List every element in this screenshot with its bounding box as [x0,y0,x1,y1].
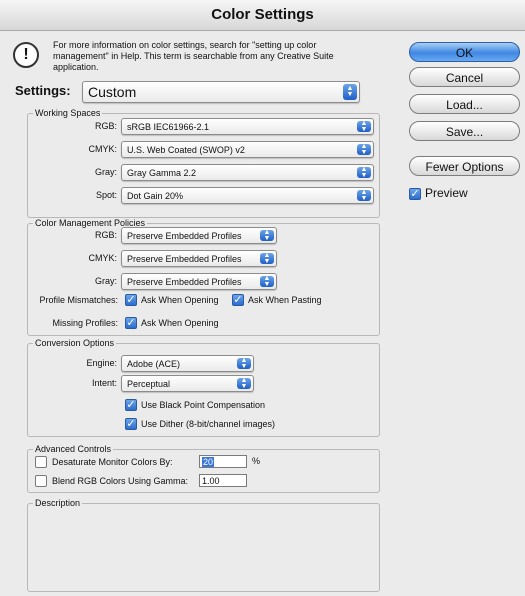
popup-arrows-icon: ▲ ▼ [357,143,371,156]
preview-label: Preview [425,186,468,200]
ws-spot-value: Dot Gain 20% [127,191,184,201]
pol-gray-label: Gray: [94,276,117,286]
popup-arrows-icon: ▲ ▼ [357,189,371,202]
ok-button[interactable]: OK [409,42,520,62]
popup-arrows-icon: ▲ ▼ [260,229,274,242]
mismatch-label: Profile Mismatches: [39,295,118,305]
desaturate-unit: % [252,456,261,466]
popup-arrows-icon: ▲ ▼ [237,357,251,370]
ws-rgb-label: RGB: [94,121,117,131]
description-title: Description [33,498,83,508]
blend-checkbox[interactable] [35,475,47,487]
desaturate-field[interactable]: 20 [199,455,247,468]
popup-arrows-icon: ▲ ▼ [237,377,251,390]
pol-rgb-popup[interactable]: Preserve Embedded Profiles ▲ ▼ [121,227,277,244]
load-button[interactable]: Load... [409,94,520,114]
conversion-title: Conversion Options [33,338,117,348]
ws-cmyk-popup[interactable]: U.S. Web Coated (SWOP) v2 ▲ ▼ [121,141,374,158]
dither-checkbox[interactable]: ✓ [125,418,137,430]
pol-cmyk-popup[interactable]: Preserve Embedded Profiles ▲ ▼ [121,250,277,267]
ws-rgb-popup[interactable]: sRGB IEC61966-2.1 ▲ ▼ [121,118,374,135]
engine-value: Adobe (ACE) [127,359,181,369]
black-point-checkbox[interactable]: ✓ [125,399,137,411]
blend-field[interactable]: 1.00 [199,474,247,487]
ws-cmyk-label: CMYK: [88,144,117,154]
pol-gray-value: Preserve Embedded Profiles [127,277,242,287]
cancel-button[interactable]: Cancel [409,67,520,87]
color-settings-window: Color Settings ! For more information on… [0,0,525,596]
desaturate-checkbox[interactable] [35,456,47,468]
ws-cmyk-value: U.S. Web Coated (SWOP) v2 [127,145,245,155]
pol-gray-popup[interactable]: Preserve Embedded Profiles ▲ ▼ [121,273,277,290]
preview-checkbox[interactable]: ✓ [409,188,421,200]
ws-spot-label: Spot: [95,190,117,200]
missing-ask-label: Ask When Opening [141,318,219,328]
popup-arrows-icon: ▲ ▼ [357,120,371,133]
engine-popup[interactable]: Adobe (ACE) ▲ ▼ [121,355,254,372]
save-button[interactable]: Save... [409,121,520,141]
missing-label: Missing Profiles: [52,318,118,328]
exclamation-icon: ! [13,42,39,68]
intent-label: Intent: [91,378,117,388]
ws-gray-popup[interactable]: Gray Gamma 2.2 ▲ ▼ [121,164,374,181]
settings-value: Custom [88,84,137,100]
popup-arrows-icon: ▲ ▼ [260,275,274,288]
pol-rgb-label: RGB: [94,230,117,240]
ask-pasting-checkbox[interactable]: ✓ [232,294,244,306]
settings-popup[interactable]: Custom ▲ ▼ [82,81,360,103]
ask-opening-checkbox[interactable]: ✓ [125,294,137,306]
ask-opening-label: Ask When Opening [141,295,219,305]
advanced-title: Advanced Controls [33,444,114,454]
engine-label: Engine: [86,358,117,368]
intent-popup[interactable]: Perceptual ▲ ▼ [121,375,254,392]
desaturate-label: Desaturate Monitor Colors By: [52,457,173,467]
ws-gray-label: Gray: [94,167,117,177]
pol-rgb-value: Preserve Embedded Profiles [127,231,242,241]
ask-pasting-label: Ask When Pasting [248,295,322,305]
ws-gray-value: Gray Gamma 2.2 [127,168,197,178]
info-text: For more information on color settings, … [53,40,334,72]
pol-cmyk-label: CMYK: [88,253,117,263]
intent-value: Perceptual [127,379,171,389]
fewer-options-button[interactable]: Fewer Options [409,156,520,176]
working-spaces-title: Working Spaces [33,108,103,118]
missing-ask-checkbox[interactable]: ✓ [125,317,137,329]
settings-label: Settings: [15,83,71,98]
black-point-label: Use Black Point Compensation [141,400,266,410]
dither-label: Use Dither (8-bit/channel images) [141,419,276,429]
ws-spot-popup[interactable]: Dot Gain 20% ▲ ▼ [121,187,374,204]
popup-arrows-icon: ▲ ▼ [357,166,371,179]
window-title: Color Settings [0,0,525,31]
pol-cmyk-value: Preserve Embedded Profiles [127,254,242,264]
ws-rgb-value: sRGB IEC61966-2.1 [127,122,210,132]
blend-label: Blend RGB Colors Using Gamma: [52,476,189,486]
popup-arrows-icon: ▲ ▼ [260,252,274,265]
description-group [27,503,380,592]
popup-arrows-icon: ▲ ▼ [343,84,357,100]
